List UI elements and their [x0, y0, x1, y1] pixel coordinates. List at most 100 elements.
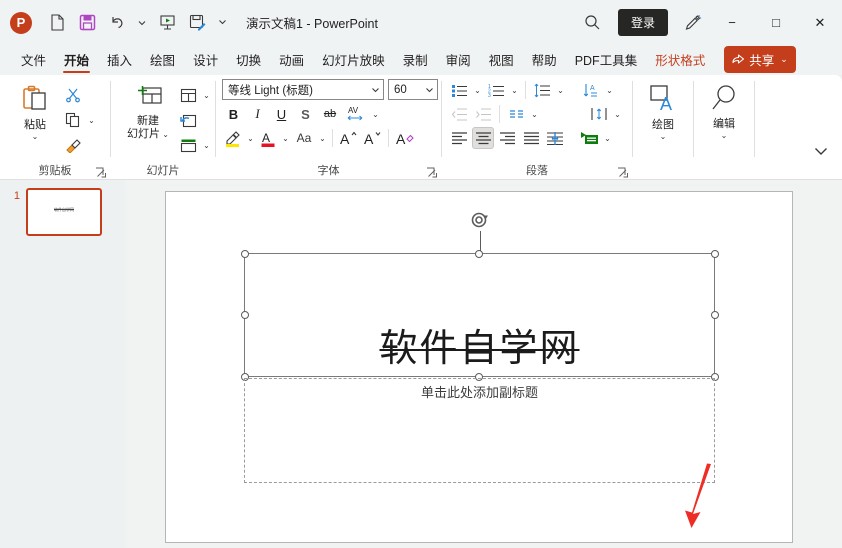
font-color-button[interactable]: A: [257, 127, 279, 149]
thumbnail-slide-1[interactable]: 软件自学网: [26, 188, 102, 236]
new-slide-button[interactable]: 新建 幻灯片 ⌄: [119, 80, 177, 141]
customize-qat-icon[interactable]: [212, 8, 232, 38]
layout-dropdown-icon[interactable]: ⌄: [201, 91, 212, 100]
tab-animations[interactable]: 动画: [270, 47, 313, 75]
line-spacing-icon[interactable]: [531, 79, 553, 101]
increase-indent-icon[interactable]: [472, 103, 494, 125]
undo-icon[interactable]: [102, 8, 132, 38]
text-shadow-button[interactable]: S: [294, 103, 317, 125]
resize-handle-middle-right[interactable]: [710, 310, 719, 319]
rotate-handle-icon[interactable]: [470, 210, 490, 230]
minimize-button[interactable]: −: [710, 0, 754, 45]
paste-dropdown-icon[interactable]: ⌄: [32, 132, 39, 141]
strikethrough-button[interactable]: ab: [318, 103, 342, 125]
sort-dropdown-icon[interactable]: ⌄: [604, 86, 615, 95]
clipboard-dialog-launcher[interactable]: [94, 166, 106, 178]
align-text-dropdown-icon[interactable]: ⌄: [612, 110, 623, 119]
numbering-dropdown-icon[interactable]: ⌄: [509, 86, 520, 95]
chevron-down-icon[interactable]: [371, 84, 380, 96]
text-highlight-color-button[interactable]: [222, 127, 244, 149]
paragraph-dialog-launcher[interactable]: [616, 166, 628, 178]
font-size-combobox[interactable]: 60: [388, 79, 438, 100]
sign-in-button[interactable]: 登录: [617, 9, 668, 36]
italic-button[interactable]: I: [246, 103, 269, 125]
font-color-dropdown-icon[interactable]: ⌄: [280, 134, 291, 143]
title-placeholder[interactable]: 软件自学网: [240, 212, 719, 381]
section-dropdown-icon[interactable]: ⌄: [201, 141, 212, 150]
convert-to-smartart-icon[interactable]: [578, 127, 600, 149]
editing-dropdown-icon[interactable]: ⌄: [721, 131, 728, 140]
align-text-icon[interactable]: [588, 103, 610, 125]
increase-font-size-button[interactable]: A: [337, 127, 360, 149]
text-direction-dropdown-icon[interactable]: ⌄: [529, 110, 540, 119]
format-painter-button[interactable]: [62, 134, 97, 156]
font-dialog-launcher[interactable]: [425, 166, 437, 178]
decrease-font-size-button[interactable]: A: [361, 127, 384, 149]
slide-surface[interactable]: 软件自学网 单击此处添加副标题: [165, 191, 793, 543]
tab-review[interactable]: 审阅: [437, 47, 480, 75]
save-icon[interactable]: [72, 8, 102, 38]
drawing-dropdown-icon[interactable]: ⌄: [660, 132, 667, 141]
copy-button[interactable]: ⌄: [62, 109, 97, 131]
text-direction-icon[interactable]: [505, 103, 527, 125]
title-text[interactable]: 软件自学网: [245, 326, 714, 372]
paste-button[interactable]: 粘贴 ⌄: [8, 80, 62, 141]
subtitle-placeholder[interactable]: 单击此处添加副标题: [244, 378, 715, 483]
change-case-button[interactable]: Aa: [292, 127, 316, 149]
pen-icon[interactable]: [676, 6, 710, 40]
resize-handle-top-center[interactable]: [475, 249, 483, 258]
resize-handle-top-right[interactable]: [710, 249, 719, 258]
thumbnail-item[interactable]: 1 软件自学网: [0, 180, 125, 236]
tab-shape-format[interactable]: 形状格式: [646, 47, 714, 75]
chevron-down-icon[interactable]: [425, 84, 434, 96]
line-spacing-dropdown-icon[interactable]: ⌄: [555, 86, 566, 95]
share-button[interactable]: 共享 ⌄: [724, 46, 796, 73]
tab-home[interactable]: 开始: [55, 47, 98, 75]
tab-file[interactable]: 文件: [12, 47, 55, 75]
layout-button[interactable]: ⌄: [177, 84, 212, 106]
character-spacing-button[interactable]: AV: [343, 103, 369, 125]
tab-slideshow[interactable]: 幻灯片放映: [313, 47, 394, 75]
search-icon[interactable]: [576, 6, 610, 40]
underline-button[interactable]: U: [270, 103, 293, 125]
start-slideshow-icon[interactable]: [152, 8, 182, 38]
chevron-down-icon[interactable]: ⌄: [780, 54, 788, 65]
section-button[interactable]: ⌄: [177, 134, 212, 156]
bullets-dropdown-icon[interactable]: ⌄: [472, 86, 483, 95]
bullets-icon[interactable]: [448, 79, 470, 101]
convert-to-smartart-dropdown-icon[interactable]: ⌄: [602, 134, 613, 143]
new-slide-dropdown-icon[interactable]: ⌄: [160, 130, 169, 139]
justify-icon[interactable]: [520, 127, 542, 149]
tab-design[interactable]: 设计: [184, 47, 227, 75]
decrease-indent-icon[interactable]: [448, 103, 470, 125]
clear-formatting-button[interactable]: A: [393, 127, 416, 149]
close-button[interactable]: ✕: [798, 0, 842, 45]
font-name-combobox[interactable]: 等线 Light (标题): [222, 79, 384, 100]
tab-transitions[interactable]: 切换: [227, 47, 270, 75]
editing-button[interactable]: 编辑 ⌄: [697, 80, 751, 140]
new-document-icon[interactable]: [42, 8, 72, 38]
numbering-icon[interactable]: 123: [485, 79, 507, 101]
reset-button[interactable]: [177, 109, 212, 131]
align-right-icon[interactable]: [496, 127, 518, 149]
change-case-dropdown-icon[interactable]: ⌄: [317, 134, 328, 143]
resize-handle-top-left[interactable]: [240, 249, 249, 258]
maximize-button[interactable]: □: [754, 0, 798, 45]
tab-help[interactable]: 帮助: [523, 47, 566, 75]
save-as-icon[interactable]: [182, 8, 212, 38]
text-highlight-dropdown-icon[interactable]: ⌄: [245, 134, 256, 143]
tab-view[interactable]: 视图: [480, 47, 523, 75]
copy-dropdown-icon[interactable]: ⌄: [86, 116, 97, 125]
drawing-button[interactable]: A 绘图 ⌄: [636, 80, 690, 141]
align-left-icon[interactable]: [448, 127, 470, 149]
resize-handle-middle-left[interactable]: [240, 310, 249, 319]
collapse-ribbon-icon[interactable]: [814, 143, 828, 161]
sort-icon[interactable]: A: [580, 79, 602, 101]
tab-record[interactable]: 录制: [394, 47, 437, 75]
tab-pdf-toolkit[interactable]: PDF工具集: [566, 47, 647, 75]
bold-button[interactable]: B: [222, 103, 245, 125]
align-center-icon[interactable]: [472, 127, 494, 149]
tab-draw[interactable]: 绘图: [141, 47, 184, 75]
undo-dropdown-icon[interactable]: [132, 8, 152, 38]
character-spacing-dropdown-icon[interactable]: ⌄: [370, 110, 381, 119]
